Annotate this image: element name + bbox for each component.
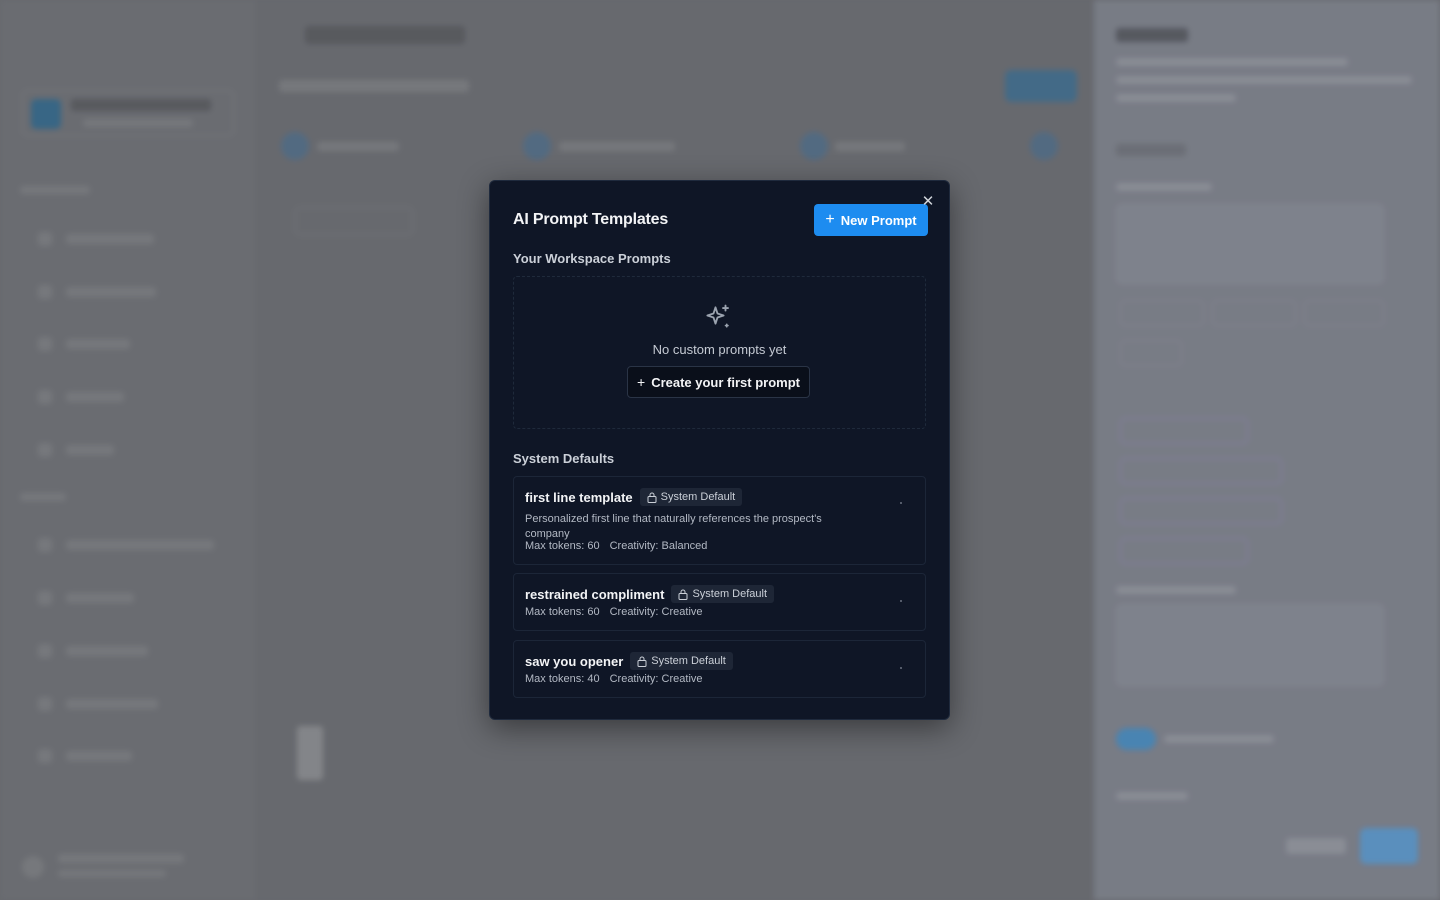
creativity: Creativity: Balanced [609,540,708,552]
system-defaults-heading: System Defaults [513,451,615,466]
template-name: first line template [525,489,633,505]
max-tokens: Max tokens: 60 [525,606,600,618]
modal-title: AI Prompt Templates [513,211,669,228]
badge-label: System Default [692,588,768,600]
creativity: Creativity: Creative [609,673,703,685]
badge-label: System Default [651,655,726,667]
creativity: Creativity: Creative [609,606,703,618]
sparkles-icon [706,304,729,328]
badge-label: System Default [660,491,736,503]
template-meta: Max tokens: 60 Creativity: Balanced [525,540,707,552]
max-tokens: Max tokens: 60 [525,540,600,552]
system-default-badge: System Default [639,488,743,506]
template-name: restrained compliment [525,586,665,602]
lock-icon [678,589,688,600]
max-tokens: Max tokens: 40 [525,673,600,685]
template-card[interactable]: first line template System Default Perso… [513,476,926,565]
template-meta: Max tokens: 60 Creativity: Creative [525,606,703,618]
prompt-templates-modal: AI Prompt Templates + New Prompt ✕ Your … [489,180,950,720]
template-name: saw you opener [525,653,624,669]
plus-icon: + [637,374,646,390]
template-description: Personalized first line that naturally r… [525,513,822,540]
new-prompt-label: New Prompt [840,212,917,228]
template-meta: Max tokens: 40 Creativity: Creative [525,673,703,685]
close-icon[interactable]: ✕ [920,194,936,210]
workspace-prompts-heading: Your Workspace Prompts [513,251,671,266]
system-default-badge: System Default [630,652,733,670]
lock-icon [637,656,647,667]
system-default-badge: System Default [671,585,775,603]
template-card[interactable]: restrained compliment System Default Max… [513,573,926,631]
template-menu-dot[interactable] [900,600,902,602]
new-prompt-button[interactable]: + New Prompt [814,204,928,236]
template-menu-dot[interactable] [900,667,902,669]
template-menu-dot[interactable] [900,502,902,504]
empty-state-text: No custom prompts yet [652,342,787,357]
template-card[interactable]: saw you opener System Default Max tokens… [513,640,926,698]
plus-icon: + [825,211,835,228]
create-first-prompt-label: Create your first prompt [651,374,800,390]
lock-icon [647,492,657,503]
create-first-prompt-button[interactable]: + Create your first prompt [627,366,810,398]
